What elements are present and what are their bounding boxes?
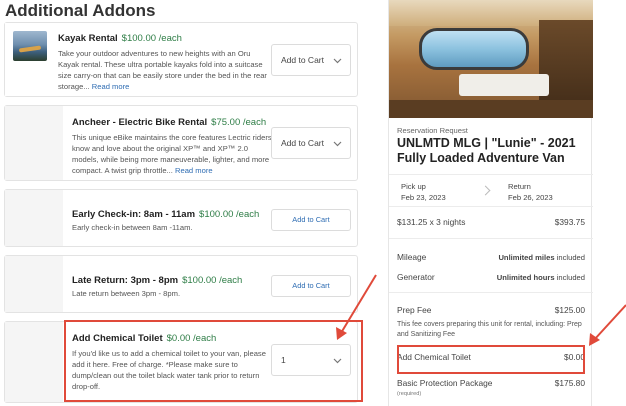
ebike-thumbnail: [5, 106, 63, 180]
return-date: Feb 26, 2023: [508, 193, 553, 202]
addon-title: Ancheer - Electric Bike Rental $75.00 /ea…: [72, 117, 267, 128]
addon-description: This unique eBike maintains the core fea…: [72, 133, 272, 175]
addon-card-late-return: Late Return: 3pm - 8pm $100.00 /each Late…: [4, 255, 358, 313]
mileage-label: Mileage: [397, 252, 427, 262]
generator-value: Unlimited hours: [496, 273, 555, 282]
nights-row: $131.25 x 3 nights $393.75: [397, 217, 585, 227]
read-more-link[interactable]: Read more: [92, 82, 130, 91]
select-value: Add to Cart: [281, 138, 324, 148]
addon-card-early-checkin: Early Check-in: 8am - 11am $100.00 /each …: [4, 189, 358, 247]
late-return-thumbnail: [5, 256, 63, 312]
generator-included: included: [556, 273, 585, 282]
chemical-toilet-thumbnail: [5, 322, 63, 402]
prep-fee-note: This fee covers preparing this unit for …: [397, 321, 582, 338]
mileage-value: Unlimited miles: [498, 253, 555, 262]
highlight-box-summary: [397, 345, 585, 374]
addon-description: Take your outdoor adventures to new heig…: [58, 49, 267, 91]
addon-title: Early Check-in: 8am - 11am $100.00 /each: [72, 209, 260, 220]
nights-total: $393.75: [554, 217, 585, 227]
addon-price: $100.00 /each: [182, 275, 243, 286]
generator-row: Generator Unlimited hours included: [397, 272, 585, 282]
addons-panel: Additional Addons Kayak Rental $100.00 /e…: [0, 0, 370, 406]
generator-label: Generator: [397, 272, 435, 282]
protection-required-note: (required): [397, 391, 422, 397]
prep-fee-value: $125.00: [554, 305, 585, 315]
highlight-box-addon: [64, 320, 363, 402]
addon-card-ebike: Ancheer - Electric Bike Rental $75.00 /ea…: [4, 105, 358, 181]
chevron-down-icon: [333, 58, 342, 64]
protection-row: Basic Protection Package $175.80: [397, 378, 585, 388]
mileage-included: included: [556, 253, 585, 262]
addons-heading: Additional Addons: [5, 1, 156, 20]
add-to-cart-select[interactable]: Add to Cart: [271, 127, 351, 159]
kayak-thumbnail: [5, 23, 63, 96]
pickup-label: Pick up: [401, 182, 426, 191]
pickup-date: Feb 23, 2023: [401, 193, 446, 202]
prep-fee-row: Prep Fee $125.00: [397, 305, 585, 315]
read-more-link[interactable]: Read more: [175, 166, 213, 175]
kayak-image: [13, 31, 47, 61]
protection-value: $175.80: [554, 378, 585, 388]
chevron-down-icon: [333, 141, 342, 147]
add-to-cart-select[interactable]: Add to Cart: [271, 44, 351, 76]
annotation-arrow-right: [589, 304, 626, 346]
addon-card-kayak: Kayak Rental $100.00 /each Take your outd…: [4, 22, 358, 97]
addon-description: Early check-in between 8am -11am.: [72, 223, 193, 232]
addon-price: $75.00 /each: [211, 117, 267, 128]
van-photo: [389, 0, 593, 118]
nights-label: $131.25 x 3 nights: [397, 217, 466, 227]
mileage-row: Mileage Unlimited miles included: [397, 252, 585, 262]
addon-title: Kayak Rental $100.00 /each: [58, 33, 182, 44]
protection-label: Basic Protection Package: [397, 378, 493, 388]
return-label: Return: [508, 182, 531, 191]
reservation-summary: Reservation Request UNLMTD MLG | "Lunie"…: [388, 0, 593, 406]
addon-price: $100.00 /each: [121, 33, 182, 44]
early-checkin-thumbnail: [5, 190, 63, 246]
addon-title: Late Return: 3pm - 8pm $100.00 /each: [72, 275, 243, 286]
chevron-right-icon: [480, 185, 491, 196]
add-to-cart-button[interactable]: Add to Cart: [271, 275, 351, 297]
vehicle-title: UNLMTD MLG | "Lunie" - 2021 Fully Loaded…: [397, 136, 576, 165]
addon-price: $100.00 /each: [199, 209, 260, 220]
add-to-cart-button[interactable]: Add to Cart: [271, 209, 351, 231]
select-value: Add to Cart: [281, 55, 324, 65]
prep-fee-label: Prep Fee: [397, 305, 432, 315]
addon-description: Late return between 3pm - 8pm.: [72, 289, 181, 298]
date-range: Pick up Feb 23, 2023 Return Feb 26, 2023: [389, 174, 593, 207]
reservation-request-label: Reservation Request: [397, 126, 468, 135]
